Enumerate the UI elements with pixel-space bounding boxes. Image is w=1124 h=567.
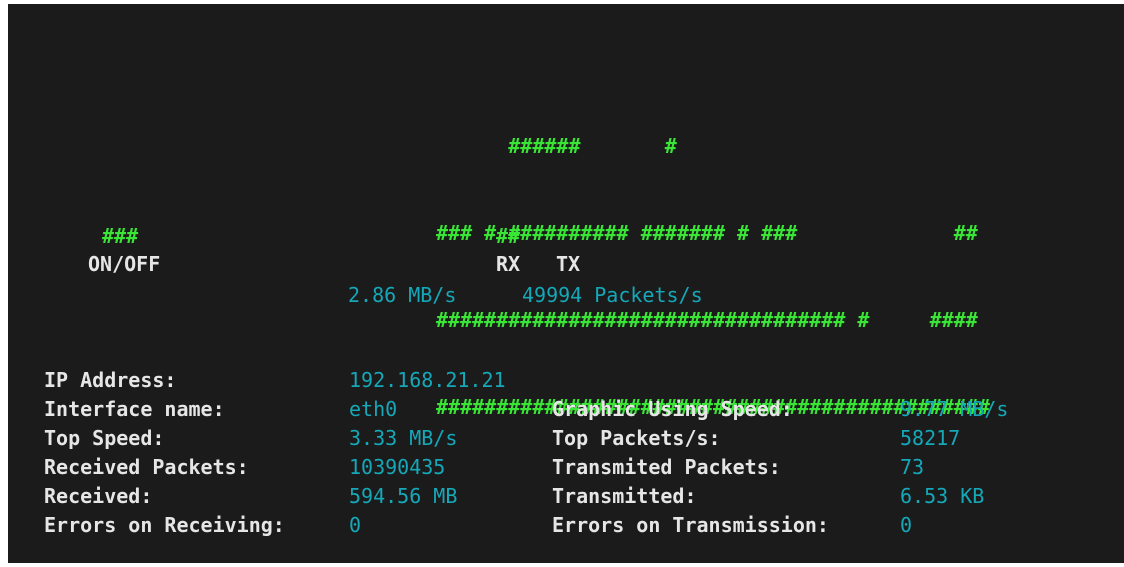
top-packets-label: Top Packets/s: xyxy=(552,426,721,450)
interface-name-value: eth0 xyxy=(349,397,398,421)
transmitted-value: 6.53 KB xyxy=(900,484,985,508)
tx-label: TX xyxy=(556,252,581,276)
graph-row: ################################## # ###… xyxy=(436,308,978,332)
transmission-errors-label: Errors on Transmission: xyxy=(552,513,829,537)
graphic-speed-label: Graphic Using Speed: xyxy=(552,397,793,421)
receive-errors-value: 0 xyxy=(349,513,362,537)
graphic-speed-value: 9.77 MB/s xyxy=(900,397,1009,421)
rxtx-indicator: ## xyxy=(496,224,521,248)
received-label: Received: xyxy=(44,484,153,508)
terminal-screen: ###### # ### # ########## ####### # ### … xyxy=(8,4,1124,563)
transmission-errors-value: 0 xyxy=(900,513,913,537)
top-speed-label: Top Speed: xyxy=(44,426,165,450)
received-packets-value: 10390435 xyxy=(349,455,446,479)
current-packets: 49994 Packets/s xyxy=(522,283,703,307)
transmitted-label: Transmitted: xyxy=(552,484,697,508)
transmitted-packets-label: Transmited Packets: xyxy=(552,455,781,479)
ip-address-value: 192.168.21.21 xyxy=(349,368,506,392)
onoff-indicator: ### xyxy=(102,224,139,248)
received-packets-label: Received Packets: xyxy=(44,455,249,479)
ip-address-label: IP Address: xyxy=(44,368,177,392)
interface-name-label: Interface name: xyxy=(44,397,225,421)
transmitted-packets-value: 73 xyxy=(900,455,925,479)
received-value: 594.56 MB xyxy=(349,484,458,508)
top-packets-value: 58217 xyxy=(900,426,961,450)
graph-row: ###### # xyxy=(436,134,677,158)
current-speed: 2.86 MB/s xyxy=(348,283,457,307)
onoff-label: ON/OFF xyxy=(88,252,161,276)
rx-label: RX xyxy=(496,252,521,276)
receive-errors-label: Errors on Receiving: xyxy=(44,513,285,537)
top-speed-value: 3.33 MB/s xyxy=(349,426,458,450)
